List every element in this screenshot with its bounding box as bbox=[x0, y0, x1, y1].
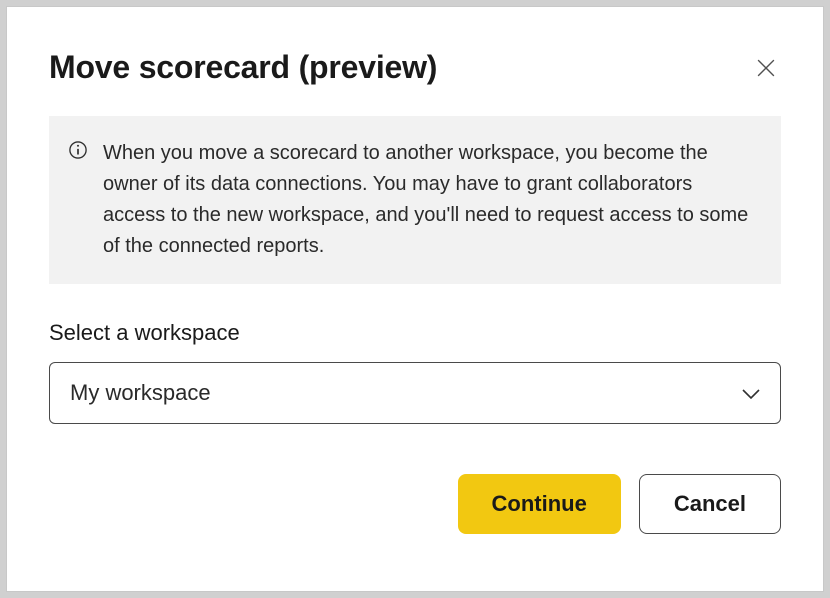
info-icon bbox=[69, 141, 87, 262]
move-scorecard-dialog: Move scorecard (preview) When you move a… bbox=[6, 6, 824, 592]
workspace-select-value: My workspace bbox=[70, 380, 742, 406]
cancel-button[interactable]: Cancel bbox=[639, 474, 781, 534]
workspace-field-label: Select a workspace bbox=[49, 320, 781, 346]
chevron-down-icon bbox=[742, 380, 760, 406]
continue-button[interactable]: Continue bbox=[458, 474, 621, 534]
dialog-title: Move scorecard (preview) bbox=[49, 49, 437, 86]
dialog-header: Move scorecard (preview) bbox=[49, 49, 781, 86]
info-message: When you move a scorecard to another wor… bbox=[103, 138, 753, 262]
close-button[interactable] bbox=[751, 53, 781, 86]
dialog-footer: Continue Cancel bbox=[49, 474, 781, 534]
info-banner: When you move a scorecard to another wor… bbox=[49, 116, 781, 284]
close-icon bbox=[757, 59, 775, 80]
workspace-select[interactable]: My workspace bbox=[49, 362, 781, 424]
